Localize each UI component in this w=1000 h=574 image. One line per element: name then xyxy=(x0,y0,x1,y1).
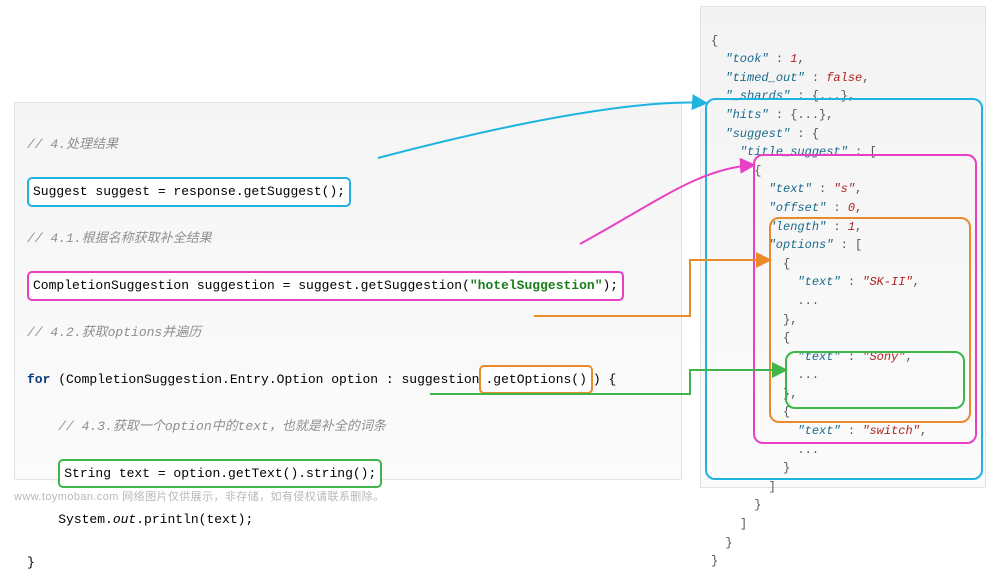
highlight-suggestion-line: CompletionSuggestion suggestion = sugges… xyxy=(27,271,624,300)
for-line: for (CompletionSuggestion.Entry.Option o… xyxy=(27,372,616,387)
comment-4: // 4.3.获取一个option中的text，也就是补全的词条 xyxy=(58,419,386,434)
comment-1: // 4.处理结果 xyxy=(27,137,118,152)
highlight-get-options: .getOptions() xyxy=(479,365,592,394)
footer-note: www.toymoban.com 网络图片仅供展示，非存储，如有侵权请联系删除。 xyxy=(14,488,384,504)
right-json-panel: { "took" : 1, "timed_out" : false, "_sha… xyxy=(700,6,986,488)
brace-close: } xyxy=(27,555,35,570)
left-code-panel: // 4.处理结果 Suggest suggest = response.get… xyxy=(14,102,682,480)
println-line: System.out.println(text); xyxy=(58,512,253,527)
comment-2: // 4.1.根据名称获取补全结果 xyxy=(27,231,212,246)
highlight-suggest-line: Suggest suggest = response.getSuggest(); xyxy=(27,177,351,206)
comment-3: // 4.2.获取options并遍历 xyxy=(27,325,201,340)
highlight-get-text: String text = option.getText().string(); xyxy=(58,459,382,488)
